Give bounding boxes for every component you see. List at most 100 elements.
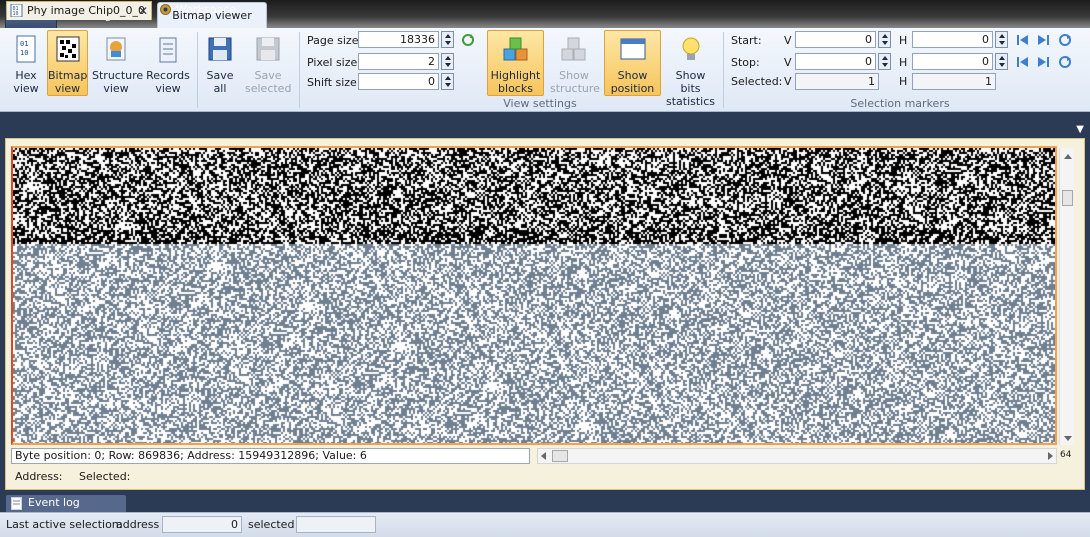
close-icon[interactable]: ✕ <box>138 2 148 20</box>
status-address-field: 0 <box>162 516 242 533</box>
svg-text:10: 10 <box>13 11 19 17</box>
bitmap-view-icon <box>56 36 79 62</box>
start-h-field[interactable]: 0 <box>912 31 993 48</box>
highlight-blocks-button[interactable]: Highlight blocks <box>487 30 544 96</box>
page-size-label: Page size <box>307 34 359 47</box>
selected-label: Selected: <box>731 75 783 88</box>
address-label: Address: <box>15 470 63 483</box>
show-position-button[interactable]: Show position <box>604 30 661 96</box>
start-h-label: H <box>899 34 908 47</box>
show-bits-statistics-label: Show bits statistics <box>665 69 716 108</box>
hex-view-icon: 01 10 <box>16 35 36 63</box>
structure-view-label: Structure view <box>92 69 144 95</box>
tab-workspace[interactable]: Workspace <box>156 1 246 20</box>
structure-view-icon <box>106 37 126 61</box>
scroll-left-icon[interactable] <box>541 452 546 460</box>
stop-v-spinner[interactable] <box>878 53 891 70</box>
selected-h-field: 1 <box>912 73 996 90</box>
save-all-button[interactable]: Save all <box>201 30 239 96</box>
ribbon-separator <box>197 32 198 108</box>
bitmap-canvas[interactable] <box>13 148 1055 443</box>
ribbon-separator <box>723 32 724 108</box>
show-structure-label: Show structure <box>550 69 600 95</box>
stop-v-field[interactable]: 0 <box>795 53 876 70</box>
stop-h-label: H <box>899 56 908 69</box>
tab-phy-image-label: Phy image Chip0_0_0 <box>27 4 146 17</box>
save-selected-button[interactable]: Save selected <box>244 30 292 96</box>
records-view-button[interactable]: Records view <box>144 30 192 96</box>
tab-list-dropdown-icon[interactable]: ▼ <box>1076 124 1084 135</box>
ribbon-separator <box>299 32 300 108</box>
set-start-icon[interactable] <box>1036 33 1050 47</box>
show-bits-statistics-button[interactable]: Show bits statistics <box>663 30 718 108</box>
bitmap-view-button[interactable]: Bitmap view <box>47 30 88 96</box>
bitmap-view-label: Bitmap view <box>48 69 88 95</box>
selected-v-field: 1 <box>795 73 879 90</box>
start-label: Start: <box>731 34 762 47</box>
tab-phy-image[interactable]: 01 10 Phy image Chip0_0_0 ✕ <box>6 1 152 20</box>
horizontal-scrollbar[interactable] <box>537 448 1057 464</box>
pixel-size-label: Pixel size <box>307 56 358 69</box>
hex-view-label: Hex view <box>13 69 39 95</box>
zoom-value: 64 <box>1060 450 1072 460</box>
records-view-icon <box>159 37 177 63</box>
set-stop-icon[interactable] <box>1036 55 1050 69</box>
gear-icon <box>160 4 171 15</box>
show-structure-button[interactable]: Show structure <box>549 30 600 96</box>
sync-start-icon[interactable] <box>1058 33 1072 47</box>
status-selected-label: selected <box>248 518 295 531</box>
tab-event-log-explorer[interactable]: Event log explorer <box>6 495 126 525</box>
stop-label: Stop: <box>731 56 760 69</box>
svg-text:01: 01 <box>20 40 28 48</box>
status-bar: Last active selection: address 0 selecte… <box>0 512 1090 537</box>
ribbon: 01 10 Hex view Bitmap view Structure vie… <box>0 28 1090 112</box>
window-icon <box>620 38 645 60</box>
last-active-selection-label: Last active selection: <box>6 518 123 531</box>
structure-view-button[interactable]: Structure view <box>91 30 144 96</box>
start-v-field[interactable]: 0 <box>795 31 876 48</box>
records-view-label: Records view <box>146 69 190 95</box>
page-size-spinner[interactable] <box>441 31 454 48</box>
go-to-stop-icon[interactable] <box>1016 55 1030 69</box>
start-v-spinner[interactable] <box>878 31 891 48</box>
svg-text:10: 10 <box>20 49 28 57</box>
shift-size-field[interactable]: 0 <box>358 73 439 90</box>
scroll-down-icon[interactable] <box>1064 436 1072 441</box>
scroll-thumb[interactable] <box>1062 190 1073 206</box>
stop-h-spinner[interactable] <box>995 53 1008 70</box>
page-size-field[interactable]: 18336 <box>358 31 439 48</box>
selection-markers-group-label: Selection markers <box>850 97 950 110</box>
sync-stop-icon[interactable] <box>1058 55 1072 69</box>
start-h-spinner[interactable] <box>995 31 1008 48</box>
go-to-start-icon[interactable] <box>1016 33 1030 47</box>
scroll-right-icon[interactable] <box>1048 452 1053 460</box>
hex-view-button[interactable]: 01 10 Hex view <box>7 30 45 96</box>
blocks-icon <box>503 37 527 61</box>
hex-document-icon: 01 10 <box>10 4 23 17</box>
stop-h-field[interactable]: 0 <box>912 53 993 70</box>
selected-v-label: V <box>784 75 792 88</box>
shift-size-spinner[interactable] <box>441 73 454 90</box>
save-all-label: Save all <box>206 69 234 95</box>
stop-v-label: V <box>784 56 792 69</box>
status-address-label: address <box>116 518 160 531</box>
selected-h-label: H <box>899 75 908 88</box>
refresh-icon[interactable] <box>461 33 475 47</box>
view-settings-group-label: View settings <box>503 97 577 110</box>
start-v-label: V <box>784 34 792 47</box>
show-position-label: Show position <box>610 69 655 95</box>
position-readout: Byte position: 0; Row: 869836; Address: … <box>11 448 530 464</box>
document-tab-strip <box>0 118 1090 138</box>
blocks-icon <box>561 37 586 61</box>
floppy-disk-icon <box>208 37 232 61</box>
document-icon <box>11 497 22 510</box>
pixel-size-field[interactable]: 2 <box>358 53 439 70</box>
save-selected-label: Save selected <box>245 69 292 95</box>
highlight-blocks-label: Highlight blocks <box>490 69 541 95</box>
scroll-up-icon[interactable] <box>1064 154 1072 159</box>
pixel-size-spinner[interactable] <box>441 53 454 70</box>
scroll-thumb[interactable] <box>552 450 568 462</box>
vertical-scrollbar[interactable] <box>1059 148 1074 445</box>
bottom-tab-strip <box>0 494 1090 512</box>
status-selected-field <box>296 516 376 533</box>
